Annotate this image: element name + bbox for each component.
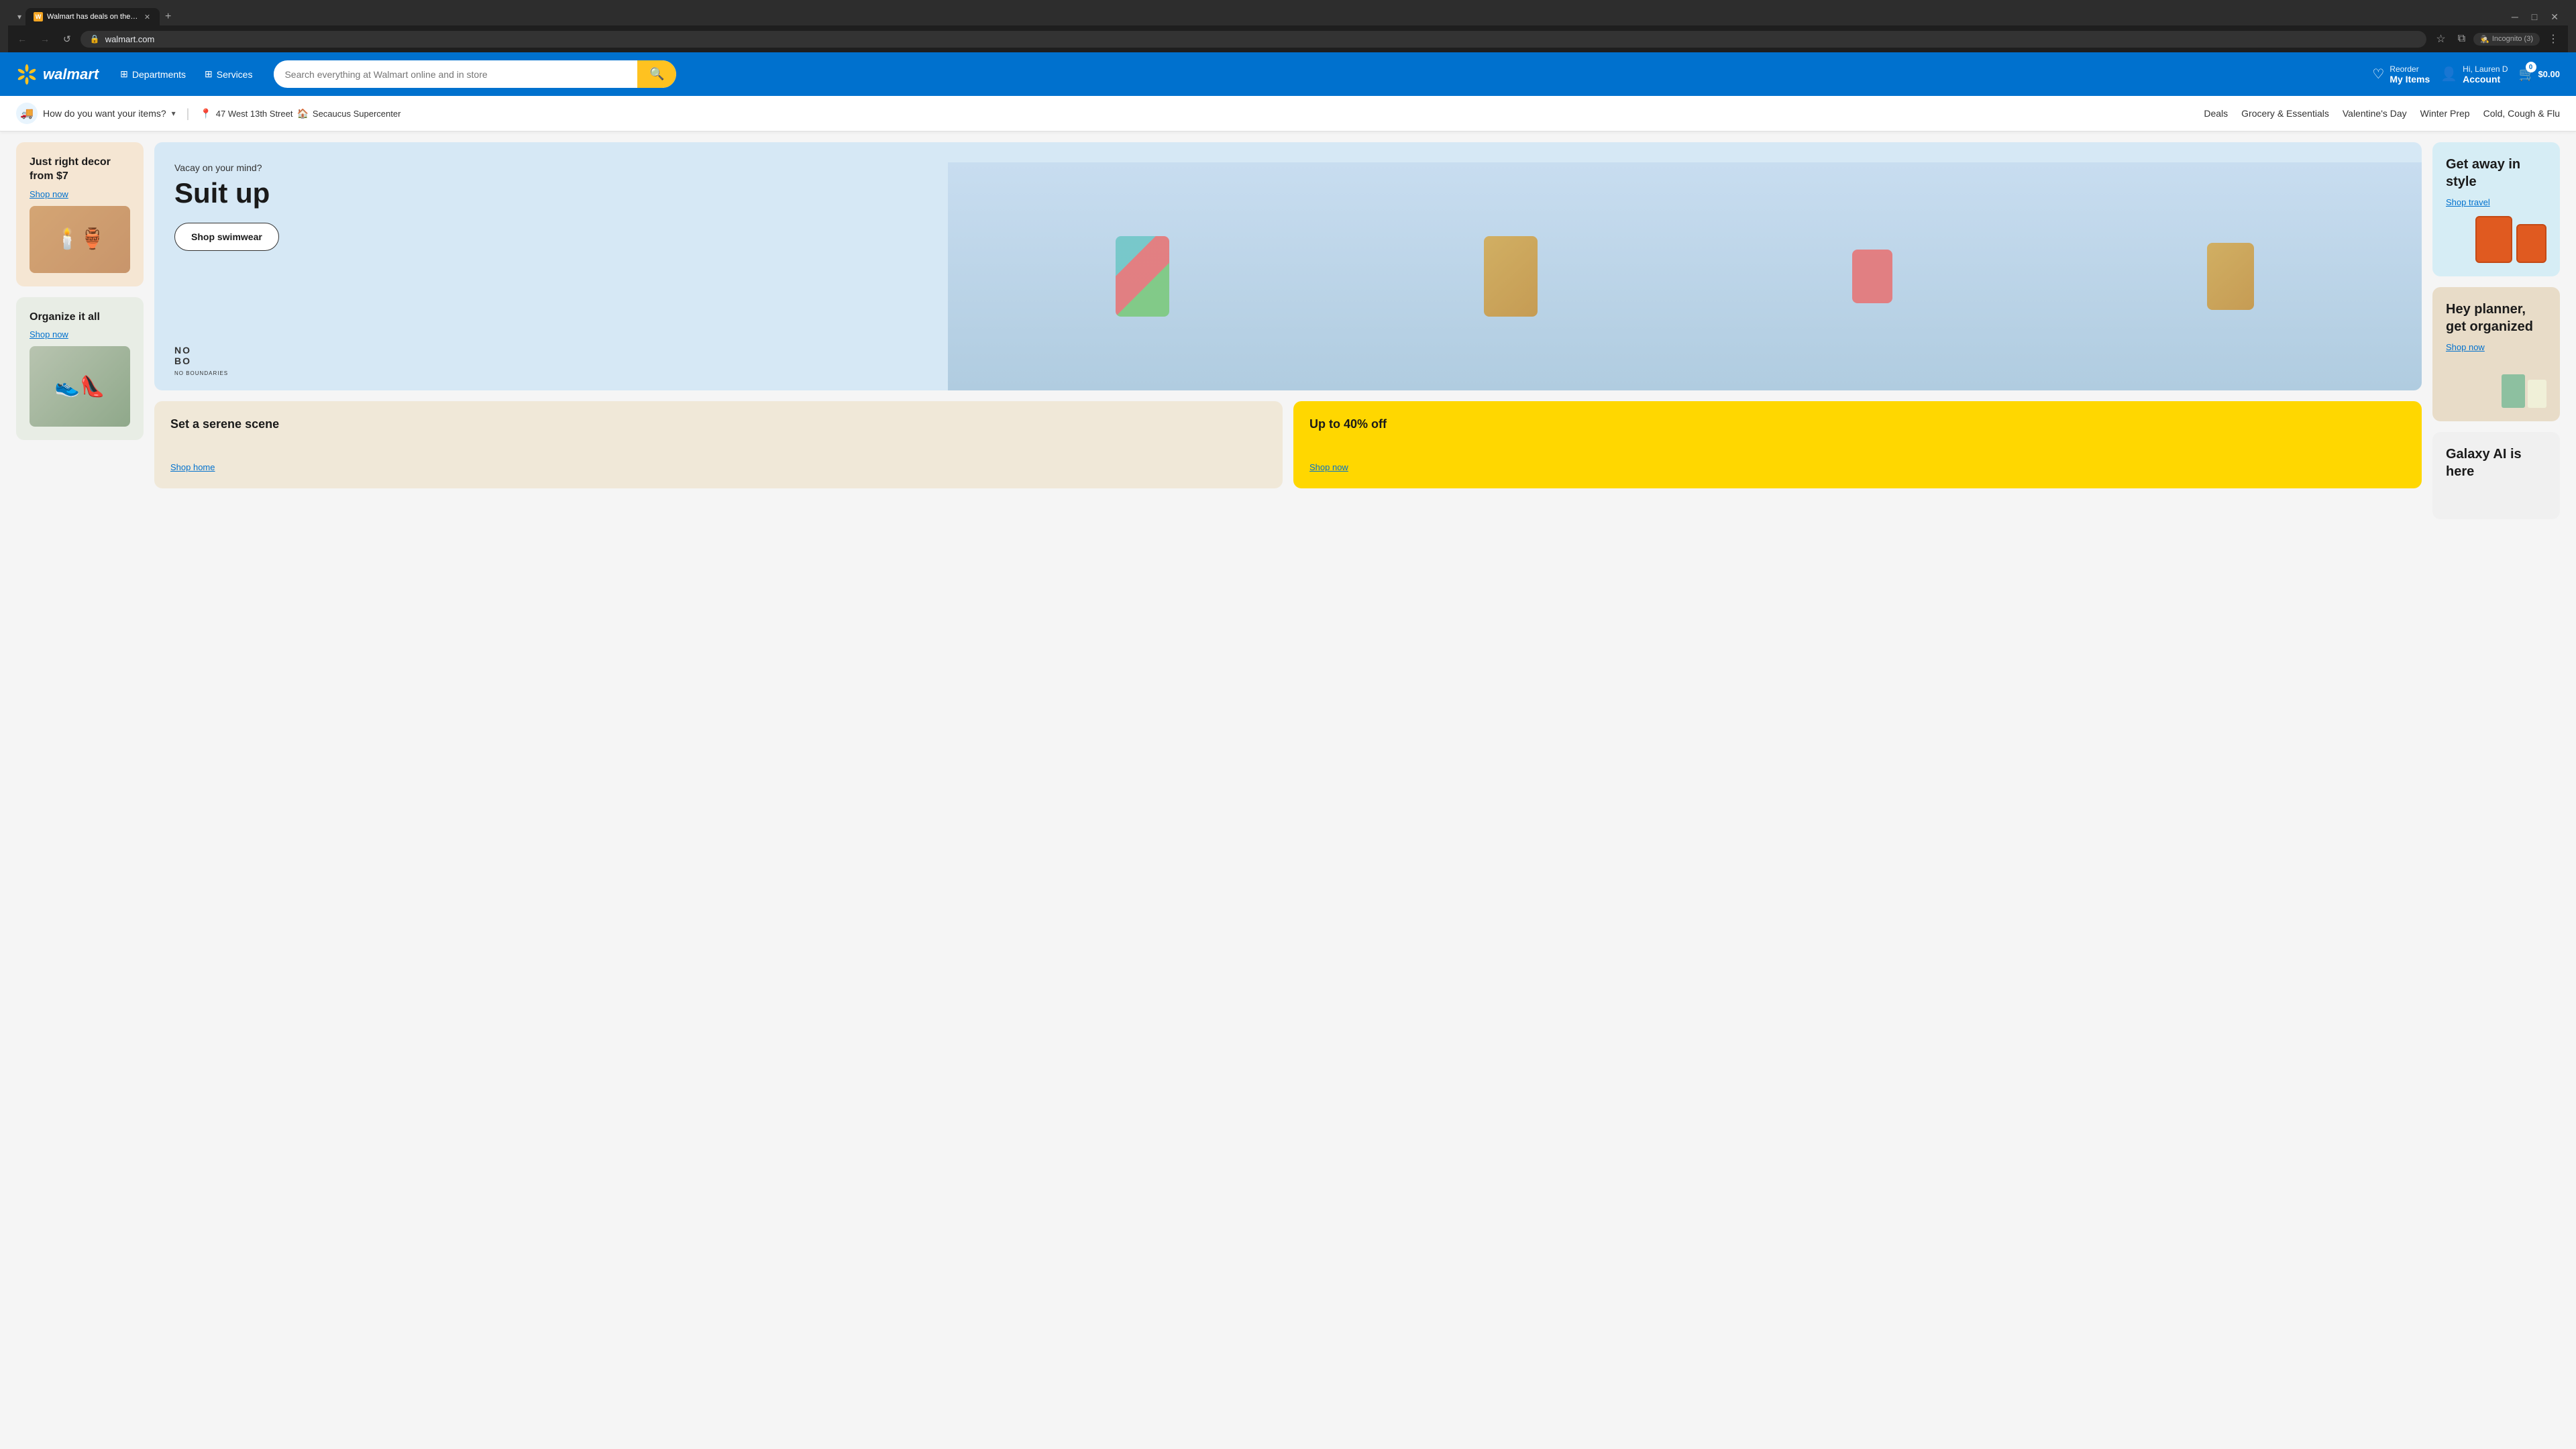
sub-nav-deals[interactable]: Deals — [2204, 108, 2228, 119]
decor-promo-title: Just right decor from $7 — [30, 156, 130, 184]
planner-title: Hey planner, get organized — [2446, 301, 2546, 335]
serene-scene-card[interactable]: Set a serene scene Shop home — [154, 401, 1283, 488]
tab-group-arrow[interactable]: ▾ — [13, 9, 25, 24]
bottom-banners: Set a serene scene Shop home Up to 40% o… — [154, 401, 2422, 488]
reload-button[interactable]: ↺ — [59, 31, 75, 48]
shop-now-sale-link[interactable]: Shop now — [1309, 462, 2406, 472]
organize-promo-card[interactable]: Organize it all Shop now 👟👠 — [16, 297, 144, 441]
hero-image-area — [948, 142, 2422, 390]
brand-logo: NOBONO BOUNDARIES — [174, 345, 228, 377]
window-maximize-button[interactable]: □ — [2528, 10, 2541, 23]
active-tab[interactable]: W Walmart has deals on the most... ✕ — [25, 8, 160, 25]
delivery-icon: 🚚 — [16, 103, 38, 124]
serene-title: Set a serene scene — [170, 417, 1267, 431]
hero-subtitle: Vacay on your mind? — [174, 162, 279, 173]
tab-close-icon[interactable]: ✕ — [143, 13, 152, 21]
incognito-badge[interactable]: 🕵 Incognito (3) — [2473, 33, 2540, 46]
window-minimize-button[interactable]: ─ — [2508, 10, 2522, 23]
location-info[interactable]: 📍 47 West 13th Street 🏠 Secaucus Superce… — [200, 108, 400, 119]
search-input[interactable] — [274, 62, 637, 87]
left-column: Just right decor from $7 Shop now 🕯️🏺 Or… — [16, 142, 144, 519]
search-button[interactable]: 🔍 — [637, 60, 676, 88]
shop-now-planner-link[interactable]: Shop now — [2446, 342, 2546, 352]
delivery-caret-icon: ▾ — [172, 109, 176, 118]
account-icon: 👤 — [2440, 66, 2457, 83]
forward-button[interactable]: → — [36, 31, 54, 47]
center-column: Vacay on your mind? Suit up Shop swimwea… — [154, 142, 2422, 519]
bookmark-icon[interactable]: ☆ — [2432, 30, 2449, 48]
sub-nav-cold[interactable]: Cold, Cough & Flu — [2483, 108, 2560, 119]
sub-nav-winter[interactable]: Winter Prep — [2420, 108, 2470, 119]
walmart-logo[interactable]: walmart — [16, 64, 99, 85]
services-nav[interactable]: ⊞ Services — [197, 63, 260, 85]
sub-nav-valentines[interactable]: Valentine's Day — [2343, 108, 2407, 119]
address-label: 47 West 13th Street — [216, 109, 293, 119]
account-action[interactable]: 👤 Hi, Lauren D Account — [2440, 64, 2508, 85]
cart-price: $0.00 — [2538, 69, 2560, 79]
planner-display — [2446, 374, 2546, 408]
store-icon: 🏠 — [297, 108, 308, 119]
right-column: Get away in style Shop travel Hey planne… — [2432, 142, 2560, 519]
decor-shop-now-link[interactable]: Shop now — [30, 189, 68, 199]
cart-count-badge: 0 — [2526, 62, 2536, 72]
shop-swimwear-button[interactable]: Shop swimwear — [174, 223, 279, 251]
location-pin-icon: 📍 — [200, 108, 211, 119]
account-greeting: Hi, Lauren D — [2463, 64, 2508, 74]
suitcase-display — [2446, 216, 2546, 263]
decor-promo-card[interactable]: Just right decor from $7 Shop now 🕯️🏺 — [16, 142, 144, 286]
address-bar[interactable]: 🔒 walmart.com — [80, 31, 2427, 48]
cart-action[interactable]: 🛒 0 $0.00 — [2519, 66, 2560, 83]
organize-shop-now-link[interactable]: Shop now — [30, 329, 68, 339]
organize-image: 👟👠 — [30, 346, 130, 427]
hero-title: Suit up — [174, 177, 279, 209]
my-items-label: My Items — [2390, 74, 2430, 85]
delivery-selector[interactable]: 🚚 How do you want your items? ▾ — [16, 103, 176, 124]
departments-grid-icon: ⊞ — [120, 68, 128, 80]
logo-text: walmart — [43, 66, 99, 83]
galaxy-promo-card[interactable]: Galaxy AI is here — [2432, 432, 2560, 519]
travel-title: Get away in style — [2446, 156, 2546, 191]
back-button[interactable]: ← — [13, 31, 31, 47]
incognito-label: Incognito (3) — [2492, 35, 2533, 43]
departments-label: Departments — [132, 69, 186, 80]
travel-promo-card[interactable]: Get away in style Shop travel — [2432, 142, 2560, 276]
split-view-icon[interactable]: ⧉ — [2454, 30, 2469, 48]
reorder-action[interactable]: ♡ Reorder My Items — [2372, 64, 2430, 85]
account-label: Account — [2463, 74, 2508, 85]
tab-favicon: W — [34, 12, 43, 21]
departments-nav[interactable]: ⊞ Departments — [112, 63, 194, 85]
shop-travel-link[interactable]: Shop travel — [2446, 197, 2546, 207]
menu-icon[interactable]: ⋮ — [2544, 30, 2563, 48]
new-tab-button[interactable]: + — [160, 8, 176, 25]
address-text: walmart.com — [105, 34, 155, 44]
reorder-label: Reorder — [2390, 64, 2430, 74]
galaxy-title: Galaxy AI is here — [2446, 445, 2546, 480]
shop-home-link[interactable]: Shop home — [170, 462, 1267, 472]
heart-icon: ♡ — [2372, 66, 2384, 83]
spark-icon — [16, 64, 38, 85]
sale-title: Up to 40% off — [1309, 417, 2406, 431]
store-label: Secaucus Supercenter — [313, 109, 401, 119]
services-grid-icon: ⊞ — [205, 68, 213, 80]
hero-banner[interactable]: Vacay on your mind? Suit up Shop swimwea… — [154, 142, 2422, 390]
window-close-button[interactable]: ✕ — [2546, 10, 2563, 24]
sale-card[interactable]: Up to 40% off Shop now — [1293, 401, 2422, 488]
header-search-bar[interactable]: 🔍 — [274, 60, 676, 88]
sub-nav-grocery[interactable]: Grocery & Essentials — [2241, 108, 2329, 119]
delivery-text: How do you want your items? — [43, 108, 166, 119]
decor-image: 🕯️🏺 — [30, 206, 130, 273]
services-label: Services — [217, 69, 253, 80]
lock-icon: 🔒 — [90, 34, 100, 44]
tab-title: Walmart has deals on the most... — [47, 13, 139, 21]
planner-promo-card[interactable]: Hey planner, get organized Shop now — [2432, 287, 2560, 421]
sub-header-divider: | — [186, 107, 190, 121]
organize-promo-title: Organize it all — [30, 311, 130, 325]
